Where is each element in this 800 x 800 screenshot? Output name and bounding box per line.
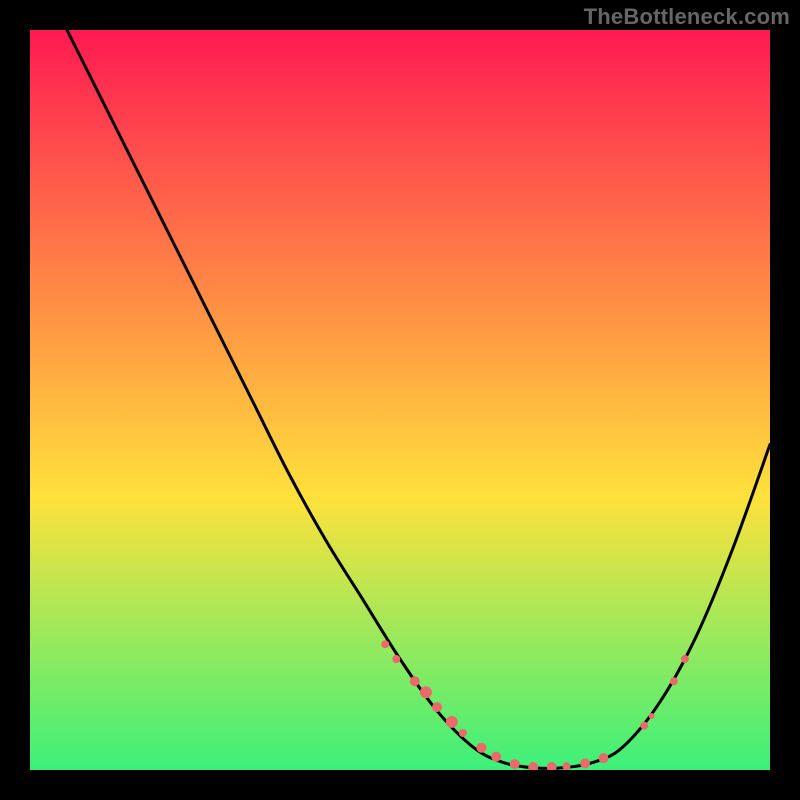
data-dot xyxy=(599,753,609,763)
chart-plot-area xyxy=(30,30,770,770)
data-dot xyxy=(410,676,420,686)
figure-root: TheBottleneck.com xyxy=(0,0,800,800)
data-dot xyxy=(420,686,432,698)
data-dot xyxy=(432,702,442,712)
data-dot xyxy=(381,640,389,648)
chart-svg xyxy=(30,30,770,770)
watermark: TheBottleneck.com xyxy=(584,4,790,30)
data-dot xyxy=(510,759,520,769)
data-dot xyxy=(446,716,458,728)
data-dot xyxy=(476,743,486,753)
data-dot xyxy=(640,722,648,730)
data-dot xyxy=(670,677,678,685)
data-dot xyxy=(580,758,590,768)
data-dot xyxy=(491,752,501,762)
data-dot xyxy=(392,655,400,663)
data-dot xyxy=(459,729,467,737)
data-dot xyxy=(681,655,689,663)
data-dot xyxy=(649,713,655,719)
data-dot xyxy=(563,762,571,770)
